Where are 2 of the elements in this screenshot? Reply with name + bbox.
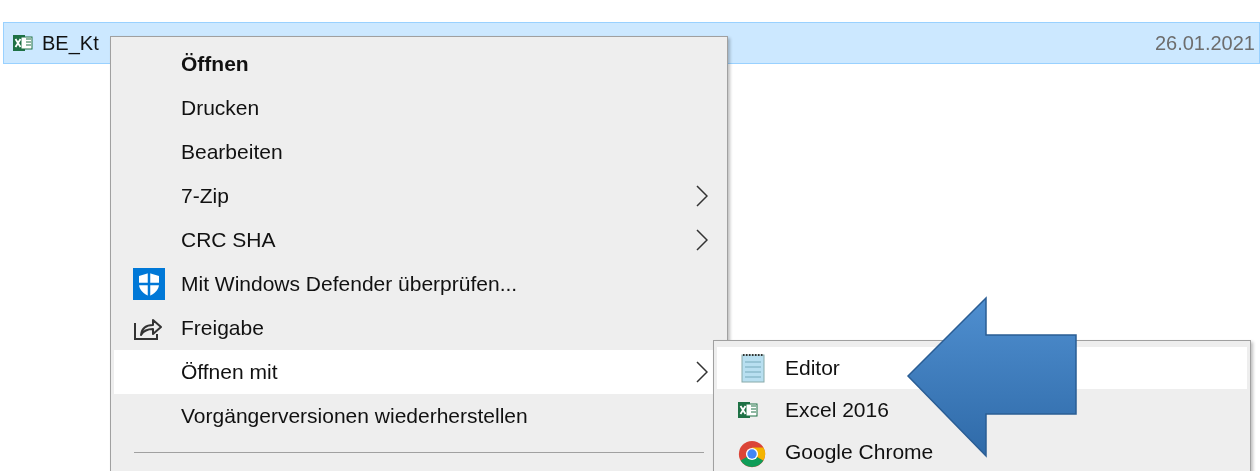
file-date: 26.01.2021 xyxy=(1154,31,1255,55)
file-name: BE_Kt xyxy=(42,31,99,55)
